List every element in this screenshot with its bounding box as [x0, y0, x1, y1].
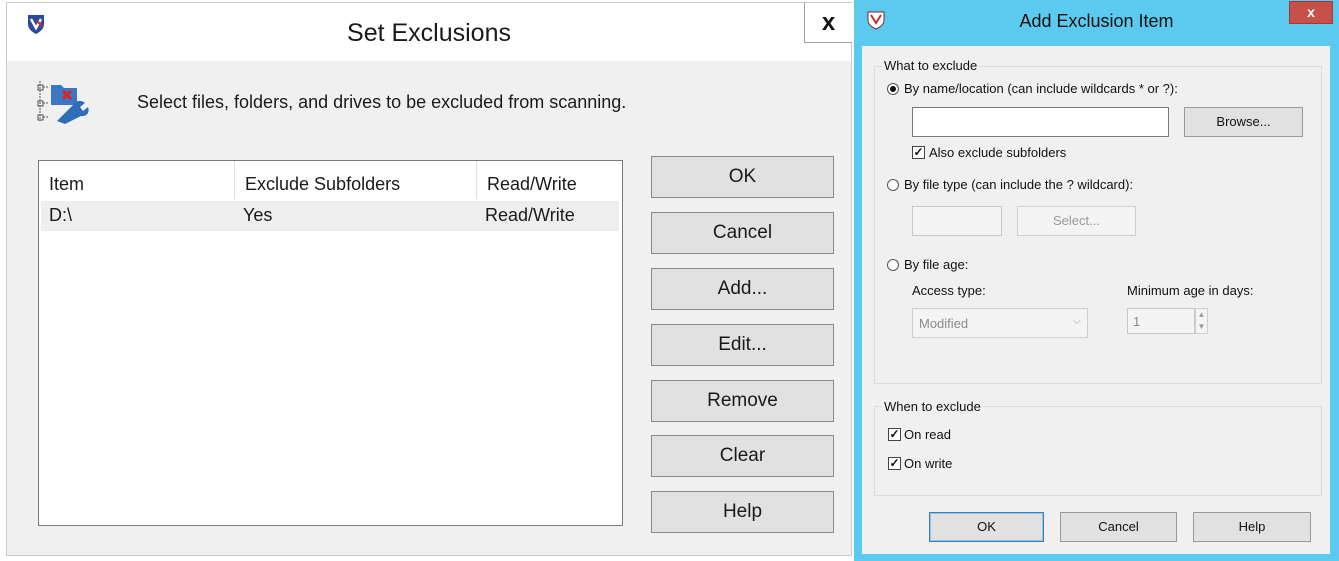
set-exclusions-dialog: Set Exclusions x Select files, folders, …: [6, 2, 852, 556]
add-exclusion-item-dialog: Add Exclusion Item x What to exclude By …: [854, 0, 1339, 561]
on-write-checkbox[interactable]: ✓: [888, 457, 901, 470]
on-read-checkbox[interactable]: ✓: [888, 428, 901, 441]
by-file-age-radio[interactable]: [887, 259, 899, 271]
description-text: Select files, folders, and drives to be …: [137, 92, 627, 112]
name-location-input[interactable]: [912, 107, 1169, 137]
folder-exclusion-icon: [37, 81, 89, 124]
cancel-button[interactable]: Cancel: [1060, 512, 1177, 542]
clear-button[interactable]: Clear: [651, 435, 834, 477]
ok-button[interactable]: OK: [929, 512, 1044, 542]
browse-button[interactable]: Browse...: [1184, 107, 1303, 137]
chevron-down-icon: ⌵: [1072, 315, 1081, 327]
cell-item: D:\: [49, 205, 73, 225]
add-button[interactable]: Add...: [651, 268, 834, 310]
by-file-type-radio[interactable]: [887, 179, 899, 191]
ok-button[interactable]: OK: [651, 156, 834, 198]
select-button[interactable]: Select...: [1017, 206, 1136, 236]
also-subfolders-checkbox[interactable]: ✓: [912, 146, 925, 159]
column-header-item[interactable]: Item: [39, 161, 235, 199]
window-title: Add Exclusion Item: [1019, 11, 1174, 31]
spin-down-icon[interactable]: ▼: [1196, 321, 1207, 333]
title-bar: Set Exclusions x: [7, 3, 852, 61]
list-header: Item Exclude Subfolders Read/Write: [39, 161, 622, 199]
minimum-age-spinner[interactable]: ▲ ▼: [1195, 308, 1208, 334]
window-title: Set Exclusions: [347, 19, 511, 47]
on-write-label: On write: [904, 456, 953, 471]
cancel-button[interactable]: Cancel: [651, 212, 834, 254]
by-name-radio[interactable]: [887, 83, 899, 95]
cell-read-write: Read/Write: [485, 205, 575, 225]
by-file-age-label: By file age:: [904, 257, 969, 272]
access-type-value: Modified: [919, 316, 969, 331]
cell-exclude-subfolders: Yes: [243, 205, 273, 225]
table-row[interactable]: D:\ Yes Read/Write: [41, 201, 619, 231]
title-bar: Add Exclusion Item x: [854, 0, 1339, 44]
file-type-input[interactable]: [912, 206, 1002, 236]
remove-button[interactable]: Remove: [651, 380, 834, 422]
what-to-exclude-title: What to exclude: [882, 58, 980, 73]
access-type-dropdown[interactable]: Modified ⌵: [912, 308, 1088, 338]
help-button[interactable]: Help: [1193, 512, 1311, 542]
dialog-client-area: What to exclude By name/location (can in…: [862, 46, 1330, 554]
when-to-exclude-group: [874, 406, 1322, 496]
by-name-label: By name/location (can include wildcards …: [904, 81, 1178, 96]
exclusions-list[interactable]: Item Exclude Subfolders Read/Write D:\ Y…: [38, 160, 623, 526]
help-button[interactable]: Help: [651, 491, 834, 533]
column-header-exclude-subfolders[interactable]: Exclude Subfolders: [235, 161, 477, 199]
also-subfolders-label: Also exclude subfolders: [929, 145, 1067, 160]
edit-button[interactable]: Edit...: [651, 324, 834, 366]
when-to-exclude-title: When to exclude: [882, 399, 983, 414]
by-file-type-label: By file type (can include the ? wildcard…: [904, 177, 1134, 192]
on-read-label: On read: [904, 427, 951, 442]
close-button[interactable]: x: [1289, 1, 1333, 24]
minimum-age-input[interactable]: 1: [1127, 308, 1195, 334]
minimum-age-value: 1: [1133, 314, 1141, 329]
column-header-read-write[interactable]: Read/Write: [477, 161, 622, 199]
minimum-age-label: Minimum age in days:: [1127, 283, 1254, 298]
close-button[interactable]: x: [804, 3, 852, 43]
spin-up-icon[interactable]: ▲: [1196, 309, 1207, 321]
access-type-label: Access type:: [912, 283, 986, 298]
